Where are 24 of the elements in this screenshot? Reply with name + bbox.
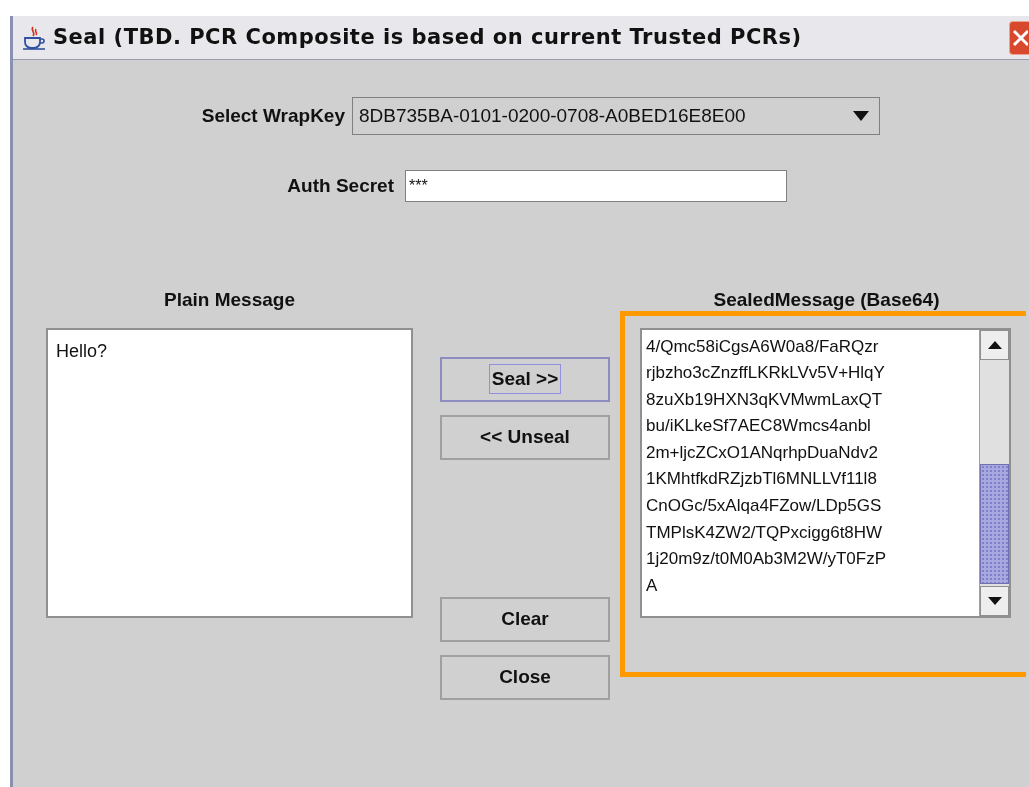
coffee-cup-icon [21,24,47,51]
down-arrow-icon [987,596,1002,605]
caret-icon [853,111,869,121]
action-button[interactable]: Seal >> [440,356,610,402]
close-button[interactable] [1009,20,1029,55]
action-button[interactable]: << Unseal [440,414,610,460]
plain-message-area[interactable]: Hello? [46,327,413,618]
field-label: Auth Secret [286,173,394,198]
auth-secret-field[interactable]: *** [405,170,787,202]
scroll-thumb[interactable] [980,463,1009,584]
sealed-message-area[interactable] [640,327,1011,618]
action-button[interactable]: Clear [440,596,610,642]
wrap-key-dropdown[interactable]: 8DB735BA-0101-0200-0708-A0BED16E8E00 [352,97,880,135]
sealed-message-text: 4/Qmc58iCgsA6W0a8/FaRQzr rjbzho3cZnzffLKRkLVv5V+HlqY 8zuXb19HXN3qKVMwmLaxQT bu/iKLkeSf7AEC8Wmcs4anbl 2m+ljcZCxO1ANqrhpDuaNdv2 1KMhtfkdRZjzbTl6MNLLVf11l8 CnOGc/5xAlqa4FZow/LDp5GS TMPlsK4ZW2/TQPxcigg6t8HW 1j20m9z/t0M0Ab3M2W/yT0FzP A [645,335,887,597]
field-label: Select WrapKey [200,103,345,128]
scroll-up-button[interactable] [980,329,1009,360]
scroll-down-button[interactable] [980,585,1009,616]
field-label: SealedMessage (Base64) [712,288,941,312]
up-arrow-icon [987,340,1002,349]
close-icon [1012,28,1028,47]
field-label: Plain Message [163,288,296,312]
scrollbar[interactable] [979,329,1009,616]
action-button[interactable]: Close [440,654,610,700]
window-title: Seal (TBD. PCR Composite is based on current Trusted PCRs) [53,23,802,51]
